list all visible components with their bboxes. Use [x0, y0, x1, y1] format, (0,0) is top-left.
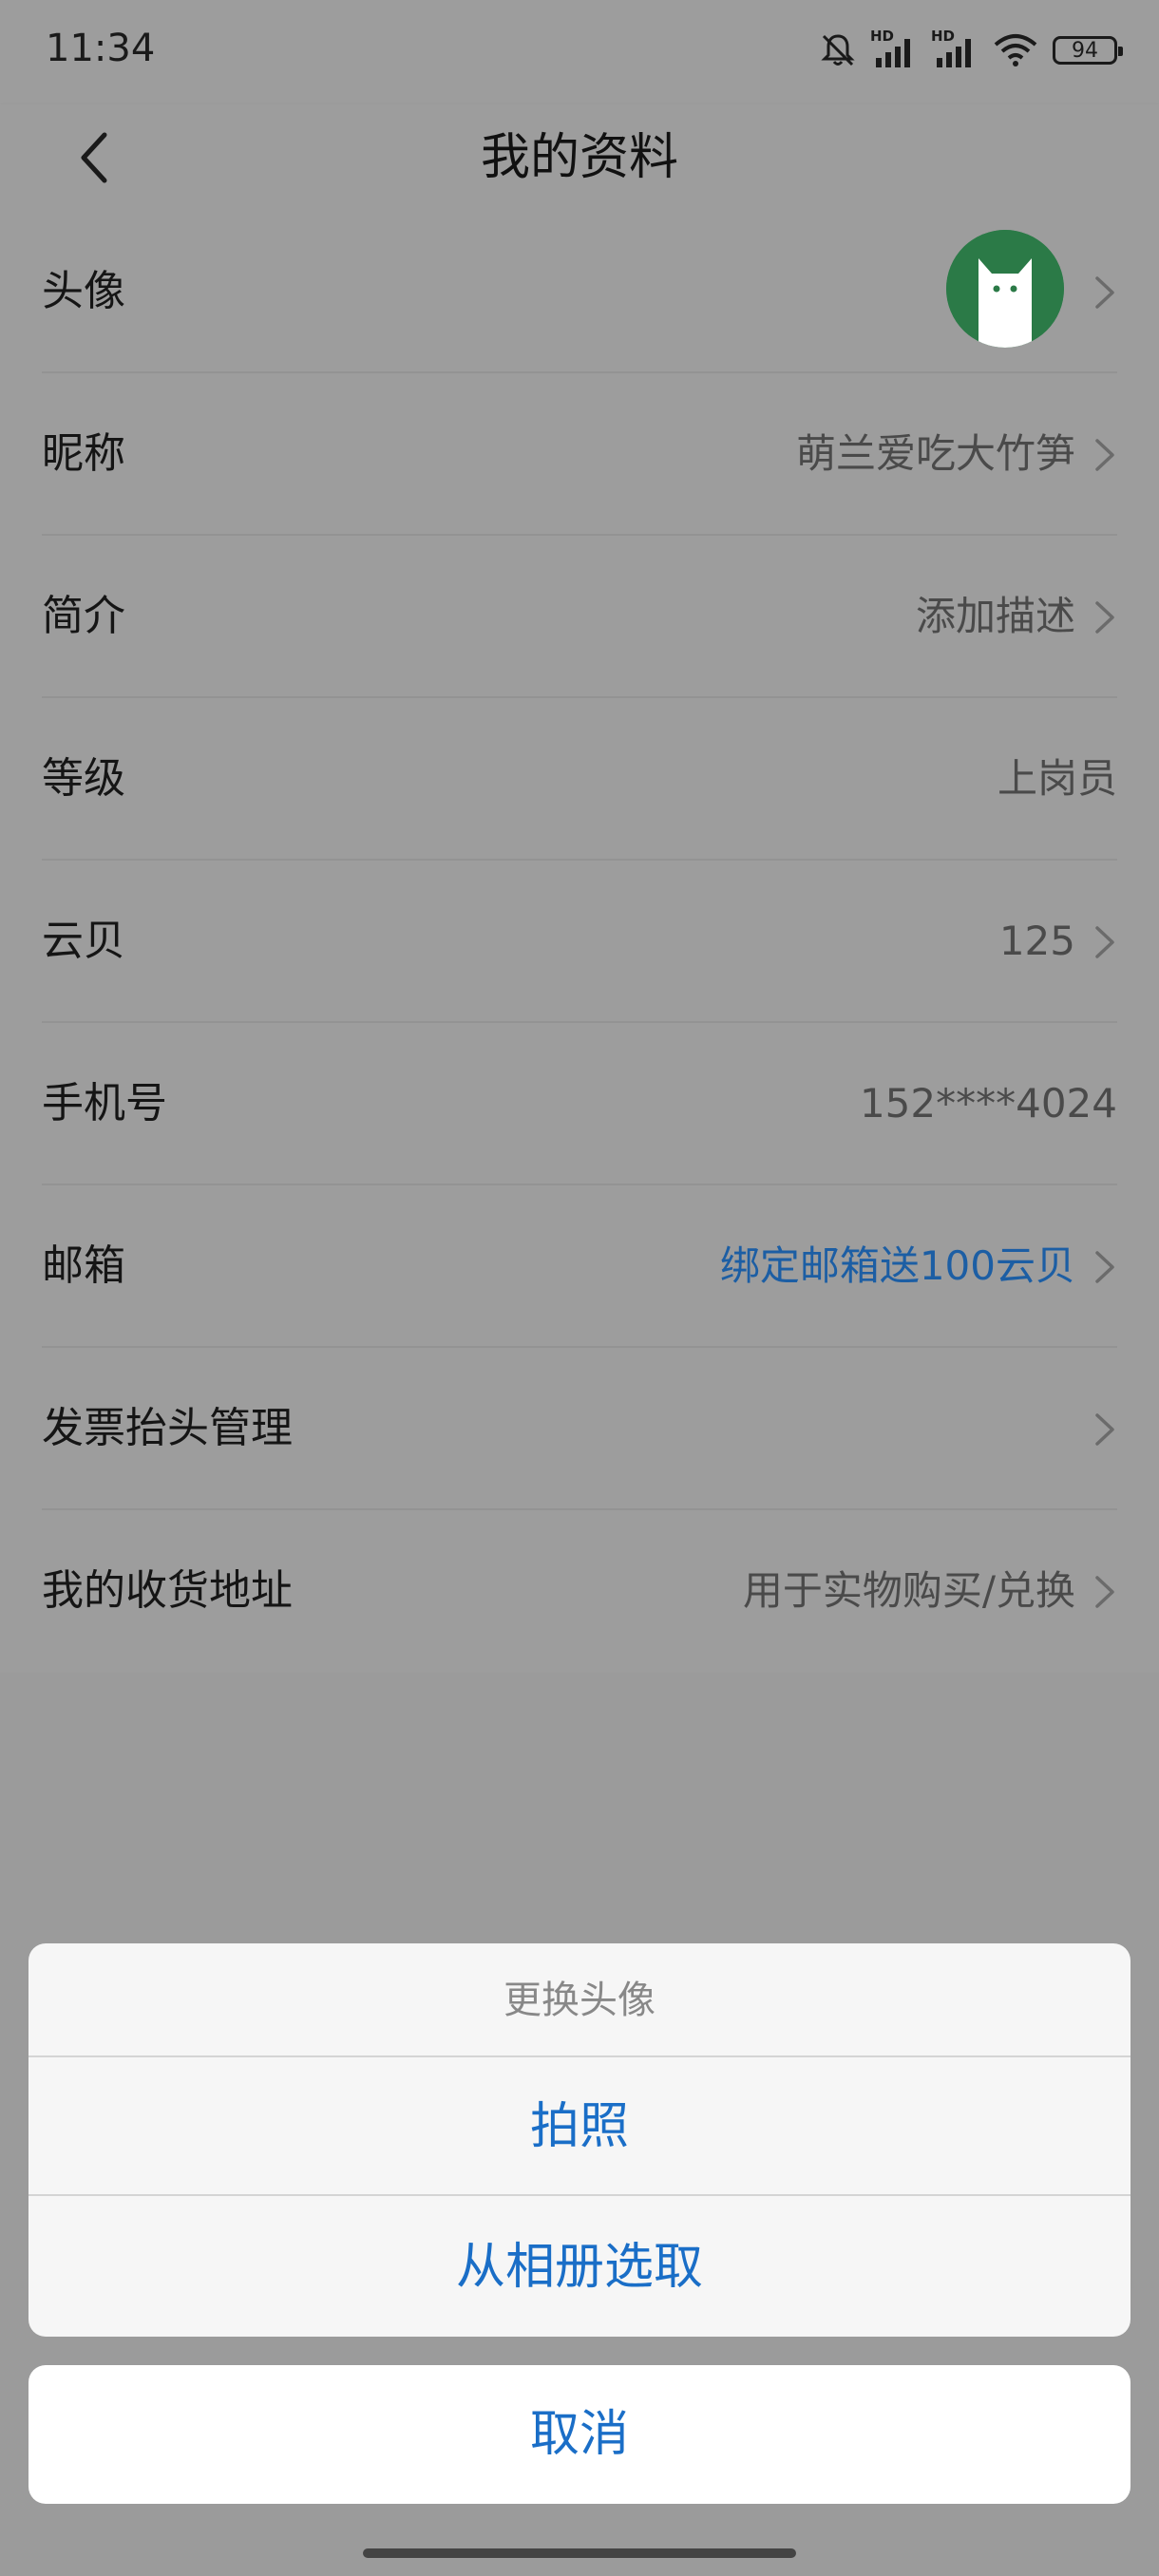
row-value: 152****4024: [859, 1080, 1117, 1127]
row-label: 头像: [42, 267, 125, 315]
top-app-bar: 我的资料: [0, 104, 1159, 211]
chevron-right-icon: [1095, 1576, 1114, 1608]
change-avatar-sheet: 更换头像 拍照 从相册选取: [28, 1943, 1130, 2337]
avatar: [946, 230, 1064, 348]
battery-level: 94: [1072, 38, 1098, 63]
sheet-title: 更换头像: [28, 1943, 1130, 2057]
row-shipping-address[interactable]: 我的收货地址 用于实物购买/兑换: [42, 1510, 1117, 1673]
row-label: 邮箱: [42, 1241, 125, 1290]
home-indicator[interactable]: [363, 2548, 796, 2558]
row-value: 用于实物购买/兑换: [742, 1567, 1075, 1614]
row-phone: 手机号 152****4024: [42, 1023, 1117, 1185]
status-bar: 11:34 HD HD 94: [0, 0, 1159, 104]
row-label: 发票抬头管理: [42, 1404, 293, 1452]
bell-muted-icon: [821, 34, 855, 66]
row-value: 上岗员: [997, 755, 1117, 802]
chevron-right-icon: [1095, 601, 1114, 634]
cancel-button[interactable]: 取消: [28, 2365, 1130, 2504]
row-email[interactable]: 邮箱 绑定邮箱送100云贝: [42, 1185, 1117, 1348]
signal-1-icon: HD: [870, 28, 918, 69]
chevron-right-icon: [1095, 439, 1114, 471]
page-title: 我的资料: [480, 129, 678, 186]
chevron-right-icon: [1095, 1251, 1114, 1283]
status-icons: HD HD 94: [819, 27, 1123, 74]
battery-icon: 94: [1053, 36, 1123, 65]
signal-2-icon: HD: [931, 28, 978, 69]
profile-list: 头像 昵称 萌兰爱吃大竹笋 简介 添加描述 等级 上岗员 云贝 125 手机号 …: [0, 211, 1159, 1673]
chevron-right-icon: [1095, 276, 1114, 309]
row-level: 等级 上岗员: [42, 698, 1117, 861]
status-time: 11:34: [46, 27, 156, 70]
row-label: 等级: [42, 754, 125, 803]
row-value: 125: [998, 918, 1075, 964]
row-label: 云贝: [42, 917, 125, 965]
row-avatar[interactable]: 头像: [42, 211, 1117, 373]
take-photo-button[interactable]: 拍照: [28, 2057, 1130, 2196]
row-label: 手机号: [42, 1079, 167, 1127]
row-label: 昵称: [42, 429, 125, 478]
row-nickname[interactable]: 昵称 萌兰爱吃大竹笋: [42, 373, 1117, 536]
choose-from-album-button[interactable]: 从相册选取: [28, 2198, 1130, 2337]
row-cloud-shells[interactable]: 云贝 125: [42, 861, 1117, 1023]
row-label: 简介: [42, 592, 125, 640]
wifi-icon: [994, 34, 1037, 66]
chevron-right-icon: [1095, 926, 1114, 958]
cat-avatar-icon: [946, 230, 1064, 348]
row-invoice-title[interactable]: 发票抬头管理: [42, 1348, 1117, 1510]
chevron-right-icon: [1095, 1413, 1114, 1446]
row-value: 添加描述: [915, 593, 1075, 639]
row-value: 萌兰爱吃大竹笋: [795, 430, 1075, 477]
row-bio[interactable]: 简介 添加描述: [42, 536, 1117, 698]
row-label: 我的收货地址: [42, 1566, 293, 1615]
bind-email-link[interactable]: 绑定邮箱送100云贝: [720, 1185, 1075, 1346]
